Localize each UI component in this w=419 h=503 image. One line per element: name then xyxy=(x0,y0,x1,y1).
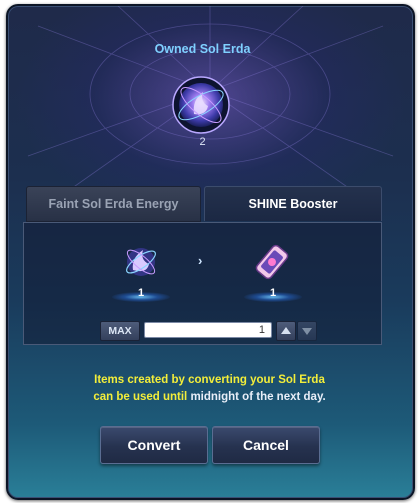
triangle-down-icon xyxy=(302,328,312,335)
notice-highlight-line1: Items created by converting your Sol Erd… xyxy=(94,374,325,386)
convert-button[interactable]: Convert xyxy=(100,426,208,464)
owned-sol-erda-count: 2 xyxy=(199,136,206,148)
decrease-button[interactable] xyxy=(297,321,317,341)
input-quantity: 1 xyxy=(137,287,145,299)
quantity-input[interactable] xyxy=(144,322,272,338)
tab-faint-sol-erda-energy[interactable]: Faint Sol Erda Energy xyxy=(26,186,201,222)
sol-erda-item-icon xyxy=(126,248,156,276)
output-quantity: 1 xyxy=(269,287,277,299)
increase-button[interactable] xyxy=(276,321,296,341)
owned-sol-erda-title: Owned Sol Erda xyxy=(154,42,251,56)
expiration-notice: Items created by converting your Sol Erd… xyxy=(0,372,419,406)
notice-rest: midnight of the next day. xyxy=(187,391,326,403)
triangle-up-icon xyxy=(281,327,291,334)
cancel-button[interactable]: Cancel xyxy=(212,426,320,464)
tab-shine-booster[interactable]: SHINE Booster xyxy=(204,186,382,221)
chevron-right-icon: › xyxy=(198,253,203,268)
shine-booster-item-icon xyxy=(255,244,289,280)
max-button[interactable]: MAX xyxy=(100,321,140,341)
notice-highlight-line2: can be used until xyxy=(93,391,188,403)
sol-erda-orb-icon xyxy=(172,76,230,134)
